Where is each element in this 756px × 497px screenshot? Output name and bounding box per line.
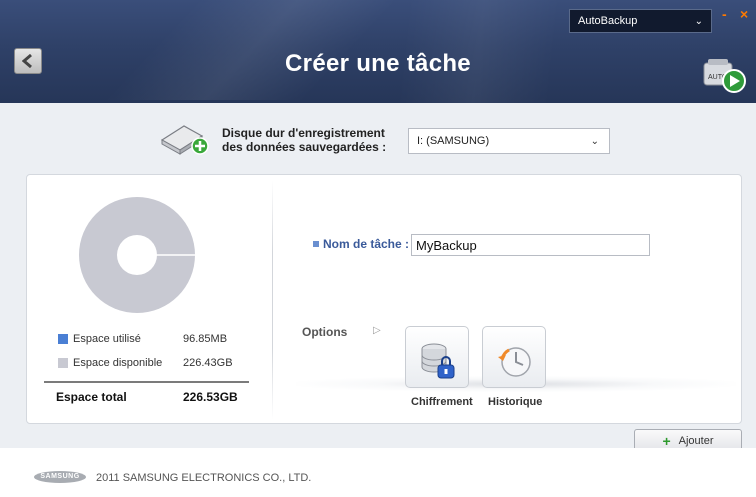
panel-divider (272, 180, 273, 420)
legend-used-value: 96.85MB (183, 333, 228, 345)
options-label: Options (302, 325, 348, 339)
history-label: Historique (488, 396, 543, 408)
total-value: 226.53GB (183, 390, 238, 404)
database-lock-icon (421, 343, 455, 379)
legend-available-value: 226.43GB (183, 357, 233, 369)
task-name-input[interactable] (411, 234, 650, 256)
app-selector-value: AutoBackup (578, 15, 638, 27)
backup-disk-value: I: (SAMSUNG) (417, 135, 490, 147)
legend-available-swatch (58, 358, 68, 368)
pie-hole (117, 235, 157, 275)
legend-available: Espace disponible (58, 357, 162, 369)
minimize-button[interactable]: - (722, 6, 727, 22)
encryption-button[interactable] (405, 326, 469, 388)
total-label: Espace total (56, 390, 127, 404)
options-expand-icon[interactable]: ▷ (373, 325, 381, 336)
close-button[interactable]: × (740, 6, 748, 22)
encryption-label: Chiffrement (411, 396, 473, 408)
backup-disk-label: Disque dur d'enregistrement des données … (222, 126, 386, 154)
plus-icon: + (662, 433, 671, 449)
total-divider (44, 381, 249, 383)
task-name-label: Nom de tâche : (323, 237, 410, 251)
legend-available-label: Espace disponible (73, 357, 163, 369)
legend-used-label: Espace utilisé (73, 333, 141, 345)
backup-disk-label-line2: des données sauvegardées : (222, 140, 387, 154)
app-selector[interactable]: AutoBackup ⌄ (569, 9, 712, 33)
backup-disk-select[interactable]: I: (SAMSUNG) ⌄ (408, 128, 610, 154)
history-button[interactable] (482, 326, 546, 388)
storage-pie-chart (79, 197, 195, 313)
legend-used-swatch (58, 334, 68, 344)
add-button-label: Ajouter (678, 435, 714, 447)
bullet-icon (313, 241, 319, 247)
copyright-text: 2011 SAMSUNG ELECTRONICS CO., LTD. (96, 472, 312, 484)
chevron-down-icon: ⌄ (694, 16, 703, 27)
hard-drive-add-icon (160, 125, 209, 155)
samsung-logo: SAMSUNG (34, 471, 86, 483)
title-bar: Créer une tâche AutoBackup ⌄ - × AUTO (0, 0, 756, 103)
clock-history-icon (498, 347, 531, 377)
backup-disk-label-line1: Disque dur d'enregistrement (222, 126, 385, 140)
legend-used: Espace utilisé (58, 333, 141, 345)
autobackup-play-icon: AUTO (703, 59, 746, 93)
chevron-down-icon: ⌄ (590, 136, 599, 147)
page-title: Créer une tâche (285, 50, 471, 77)
